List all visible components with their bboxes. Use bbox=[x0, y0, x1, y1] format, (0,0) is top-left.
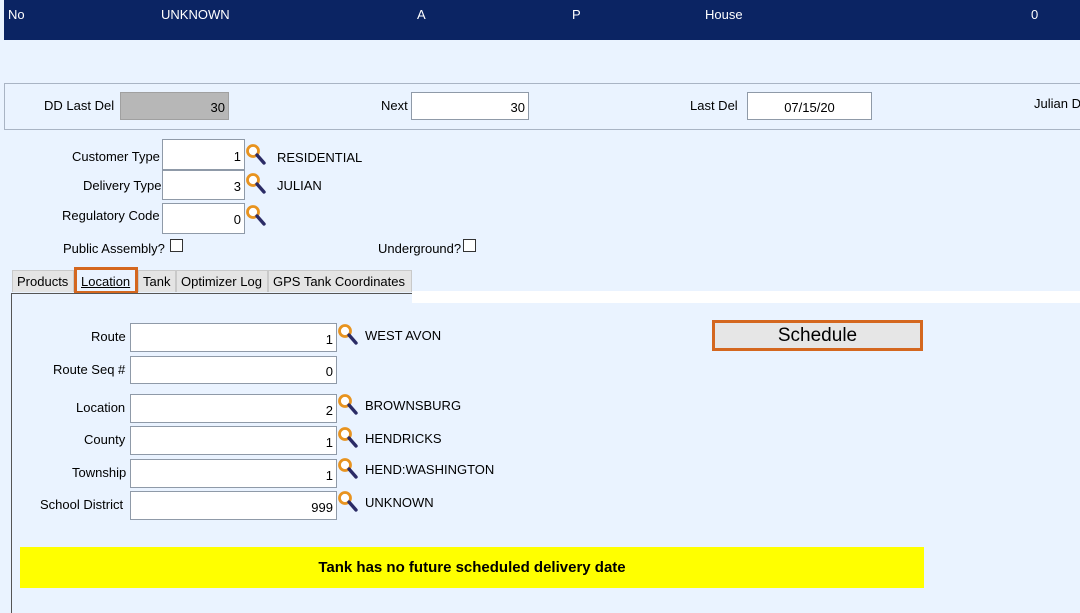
route-field[interactable]: 1 bbox=[130, 323, 337, 352]
customer-type-lookup-icon[interactable] bbox=[245, 143, 267, 167]
tab-gps-tank-coordinates[interactable]: GPS Tank Coordinates bbox=[268, 270, 412, 292]
location-lookup-icon[interactable] bbox=[337, 393, 359, 417]
customer-type-label: Customer Type bbox=[72, 149, 160, 164]
header-col-p: P bbox=[572, 7, 581, 22]
tab-location-label: Location bbox=[81, 274, 131, 289]
header-col-name: UNKNOWN bbox=[161, 7, 230, 22]
tab-location[interactable]: Location bbox=[74, 267, 138, 294]
township-label: Township bbox=[72, 465, 127, 480]
regulatory-code-field[interactable]: 0 bbox=[162, 203, 245, 234]
next-field[interactable]: 30 bbox=[411, 92, 529, 120]
public-assembly-label: Public Assembly? bbox=[63, 241, 165, 256]
public-assembly-checkbox[interactable] bbox=[170, 239, 183, 252]
delivery-type-label: Delivery Type bbox=[83, 178, 162, 193]
no-scheduled-delivery-warning: Tank has no future scheduled delivery da… bbox=[20, 547, 924, 588]
last-del-label: Last Del bbox=[690, 98, 738, 113]
county-lookup-icon[interactable] bbox=[337, 426, 359, 450]
delivery-type-field[interactable]: 3 bbox=[162, 170, 245, 200]
route-desc: WEST AVON bbox=[365, 328, 442, 343]
county-desc: HENDRICKS bbox=[365, 431, 442, 446]
school-district-desc: UNKNOWN bbox=[365, 495, 434, 510]
location-label: Location bbox=[76, 400, 126, 415]
underground-checkbox[interactable] bbox=[463, 239, 476, 252]
header-col-a: A bbox=[417, 7, 426, 22]
route-lookup-icon[interactable] bbox=[337, 323, 359, 347]
county-field[interactable]: 1 bbox=[130, 426, 337, 455]
regulatory-code-label: Regulatory Code bbox=[62, 208, 160, 223]
schedule-button[interactable]: Schedule bbox=[712, 320, 923, 351]
panel-top-band bbox=[412, 291, 1080, 303]
delivery-type-lookup-icon[interactable] bbox=[245, 172, 267, 196]
last-del-field[interactable]: 07/15/20 bbox=[747, 92, 872, 120]
record-header-bar: No UNKNOWN A P House 0 bbox=[4, 0, 1080, 40]
location-field[interactable]: 2 bbox=[130, 394, 337, 423]
tab-tank[interactable]: Tank bbox=[138, 270, 176, 292]
tab-optimizer-log-label: Optimizer Log bbox=[181, 274, 262, 289]
tab-optimizer-log[interactable]: Optimizer Log bbox=[176, 270, 268, 292]
next-label: Next bbox=[381, 98, 408, 113]
dd-last-del-label: DD Last Del bbox=[44, 98, 115, 113]
tab-gps-label: GPS Tank Coordinates bbox=[273, 274, 405, 289]
route-seq-field[interactable]: 0 bbox=[130, 356, 337, 384]
route-seq-label: Route Seq # bbox=[53, 362, 126, 377]
location-desc: BROWNSBURG bbox=[365, 398, 462, 413]
school-district-field[interactable]: 999 bbox=[130, 491, 337, 520]
township-desc: HEND:WASHINGTON bbox=[365, 462, 495, 477]
route-label: Route bbox=[91, 329, 126, 344]
header-col-no: No bbox=[8, 7, 25, 22]
dd-last-del-field: 30 bbox=[120, 92, 229, 120]
customer-type-field[interactable]: 1 bbox=[162, 139, 245, 170]
tab-products-label: Products bbox=[17, 274, 69, 289]
header-col-count: 0 bbox=[1031, 7, 1039, 22]
school-district-lookup-icon[interactable] bbox=[337, 490, 359, 514]
township-lookup-icon[interactable] bbox=[337, 457, 359, 481]
township-field[interactable]: 1 bbox=[130, 459, 337, 488]
delivery-type-desc: JULIAN bbox=[277, 178, 322, 193]
julian-label: Julian D bbox=[1034, 96, 1080, 111]
county-label: County bbox=[84, 432, 126, 447]
tab-products[interactable]: Products bbox=[12, 270, 74, 292]
customer-type-desc: RESIDENTIAL bbox=[277, 150, 363, 165]
school-district-label: School District bbox=[40, 497, 124, 512]
underground-label: Underground? bbox=[378, 241, 462, 256]
header-col-house: House bbox=[705, 7, 743, 22]
regulatory-code-lookup-icon[interactable] bbox=[245, 204, 267, 228]
tab-tank-label: Tank bbox=[143, 274, 171, 289]
